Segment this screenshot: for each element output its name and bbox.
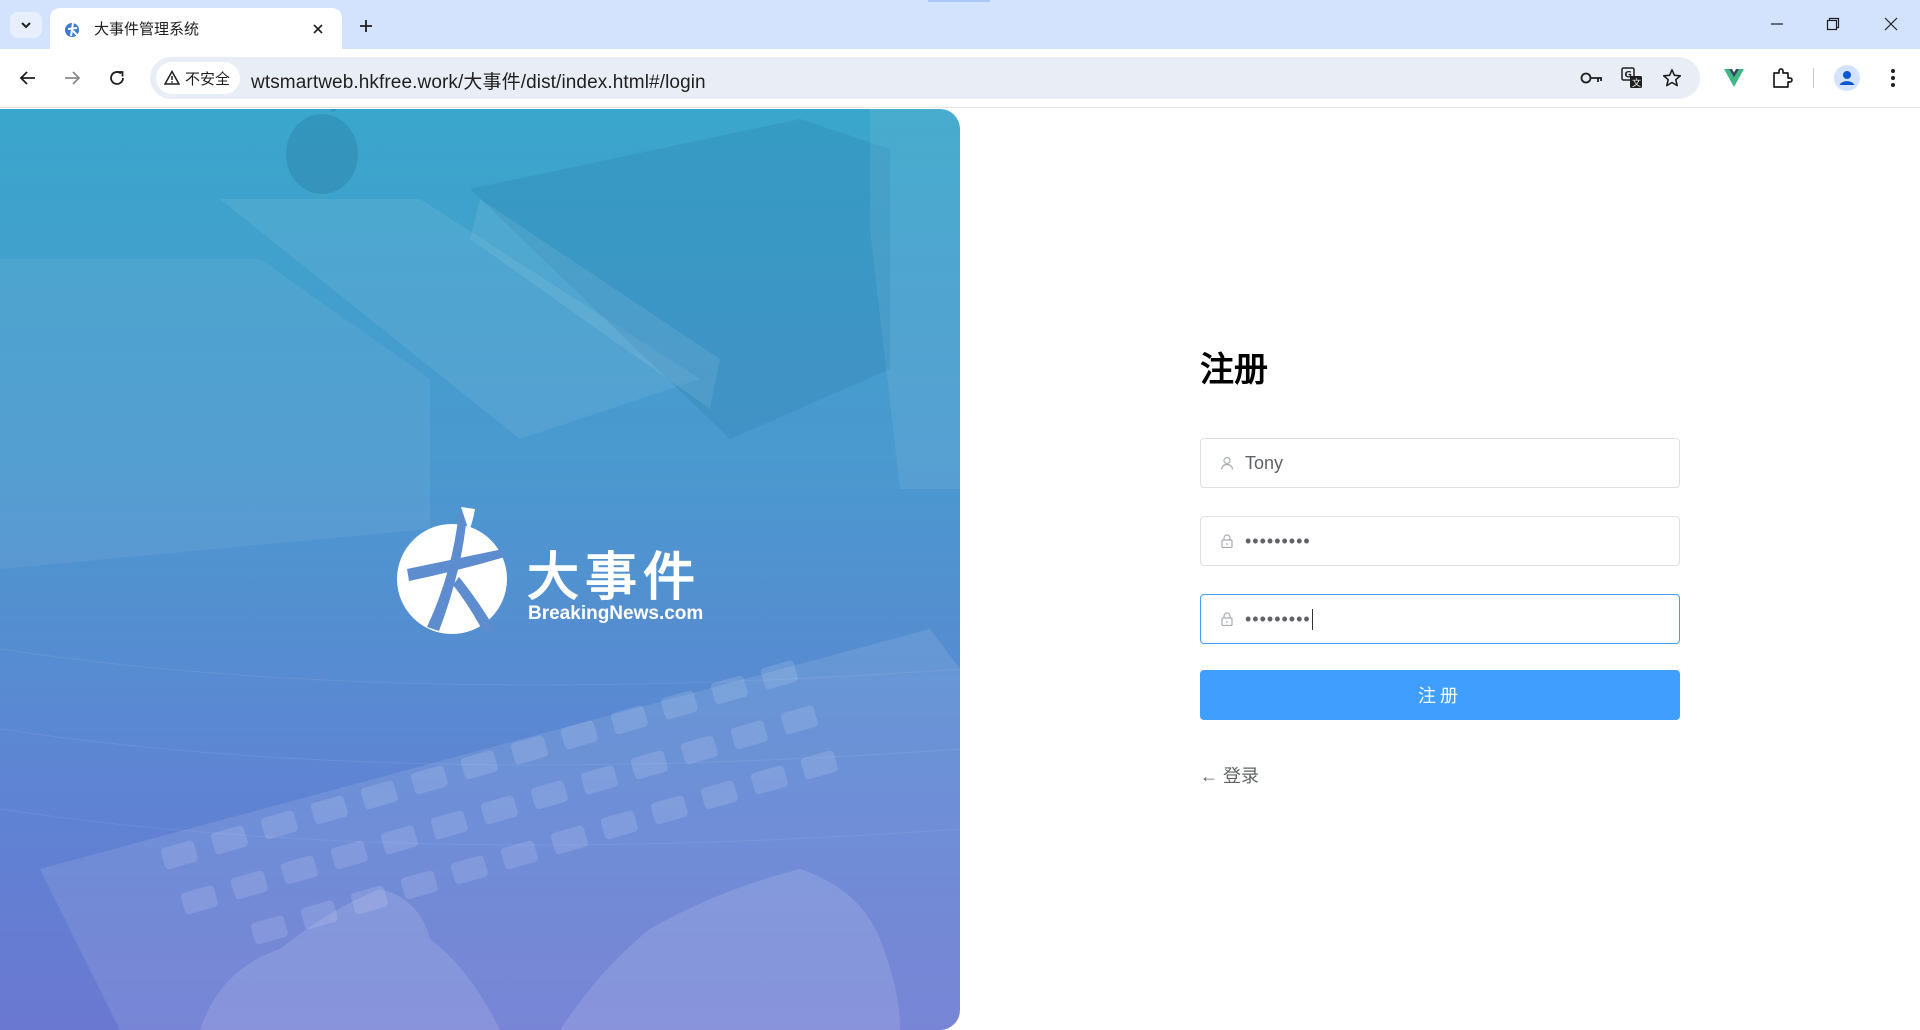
arrow-left-icon <box>19 71 35 85</box>
brand: 大事件 BreakingNews.com <box>395 507 705 637</box>
tab-search-button[interactable] <box>10 12 42 38</box>
back-to-login-link[interactable]: ← 登录 <box>1200 762 1259 788</box>
vue-icon <box>1724 69 1744 87</box>
close-icon <box>313 23 323 34</box>
lock-icon <box>1219 611 1235 627</box>
new-tab-button[interactable] <box>352 12 380 40</box>
logo-icon <box>397 507 507 635</box>
profile-button[interactable] <box>1833 64 1861 92</box>
browser-menu-button[interactable] <box>1879 64 1907 92</box>
star-icon <box>1662 69 1682 87</box>
register-button[interactable]: 注册 <box>1200 670 1680 720</box>
hero-panel: 大事件 BreakingNews.com <box>0 109 960 1030</box>
bookmark-button[interactable] <box>1660 66 1684 90</box>
translate-icon: G文 <box>1621 67 1642 89</box>
back-button[interactable] <box>11 61 45 95</box>
back-to-login-label: ← 登录 <box>1200 766 1260 786</box>
repassword-input[interactable]: ••••••••• <box>1245 609 1311 630</box>
browser-tabbar: 大事件管理系统 <box>0 0 1920 49</box>
password-manager-button[interactable] <box>1580 66 1604 90</box>
apple-logo-shape <box>286 109 358 194</box>
close-window-button[interactable] <box>1868 8 1914 40</box>
reload-button[interactable] <box>100 61 134 95</box>
security-chip[interactable]: 不安全 <box>156 62 241 94</box>
extensions-button[interactable] <box>1768 64 1796 92</box>
security-label: 不安全 <box>185 70 231 88</box>
tabbar-accent <box>928 0 990 2</box>
plus-icon <box>360 20 372 32</box>
chevron-down-icon <box>21 22 31 29</box>
password-field[interactable]: ••••••••• <box>1200 516 1680 566</box>
puzzle-icon <box>1773 68 1793 88</box>
username-input[interactable]: Tony <box>1245 453 1645 474</box>
user-icon <box>1219 455 1235 471</box>
tab-close-button[interactable] <box>308 19 328 39</box>
tab-title: 大事件管理系统 <box>94 21 200 38</box>
reload-icon <box>110 71 124 85</box>
brand-name: 大事件 <box>527 547 702 608</box>
forward-button[interactable] <box>55 61 89 95</box>
text-caret <box>1311 608 1313 630</box>
url-text[interactable]: wtsmartweb.hkfree.work/大事件/dist/index.ht… <box>251 67 706 94</box>
kebab-icon <box>1891 69 1895 87</box>
close-icon <box>1884 17 1898 31</box>
brand-domain: BreakingNews.com <box>528 603 704 624</box>
warning-icon <box>164 70 180 85</box>
translate-button[interactable]: G文 <box>1620 66 1644 90</box>
arrow-right-icon <box>65 71 81 85</box>
page-content: 大事件 BreakingNews.com 注册 Tony ••••••••• •… <box>0 109 1920 1030</box>
address-bar[interactable]: 不安全 wtsmartweb.hkfree.work/大事件/dist/inde… <box>150 57 1700 99</box>
minimize-button[interactable] <box>1754 8 1800 40</box>
repassword-field[interactable]: ••••••••• <box>1200 594 1680 644</box>
logo-icon <box>65 22 79 37</box>
restore-button[interactable] <box>1810 8 1856 40</box>
toolbar-divider <box>1813 68 1814 88</box>
vue-devtools-button[interactable] <box>1720 64 1748 92</box>
lock-icon <box>1219 533 1235 549</box>
key-icon <box>1580 72 1602 84</box>
restore-icon <box>1826 17 1840 31</box>
username-field[interactable]: Tony <box>1200 438 1680 488</box>
person-icon <box>1834 65 1860 91</box>
svg-text:文: 文 <box>1632 77 1641 89</box>
register-form: 注册 Tony ••••••••• ••••••••• 注册 ← 登录 <box>1200 109 1680 1030</box>
minimize-icon <box>1771 23 1783 25</box>
form-title: 注册 <box>1200 351 1268 389</box>
browser-toolbar: 不安全 wtsmartweb.hkfree.work/大事件/dist/inde… <box>0 49 1920 108</box>
password-input[interactable]: ••••••••• <box>1245 531 1311 552</box>
browser-tab[interactable]: 大事件管理系统 <box>50 8 342 49</box>
